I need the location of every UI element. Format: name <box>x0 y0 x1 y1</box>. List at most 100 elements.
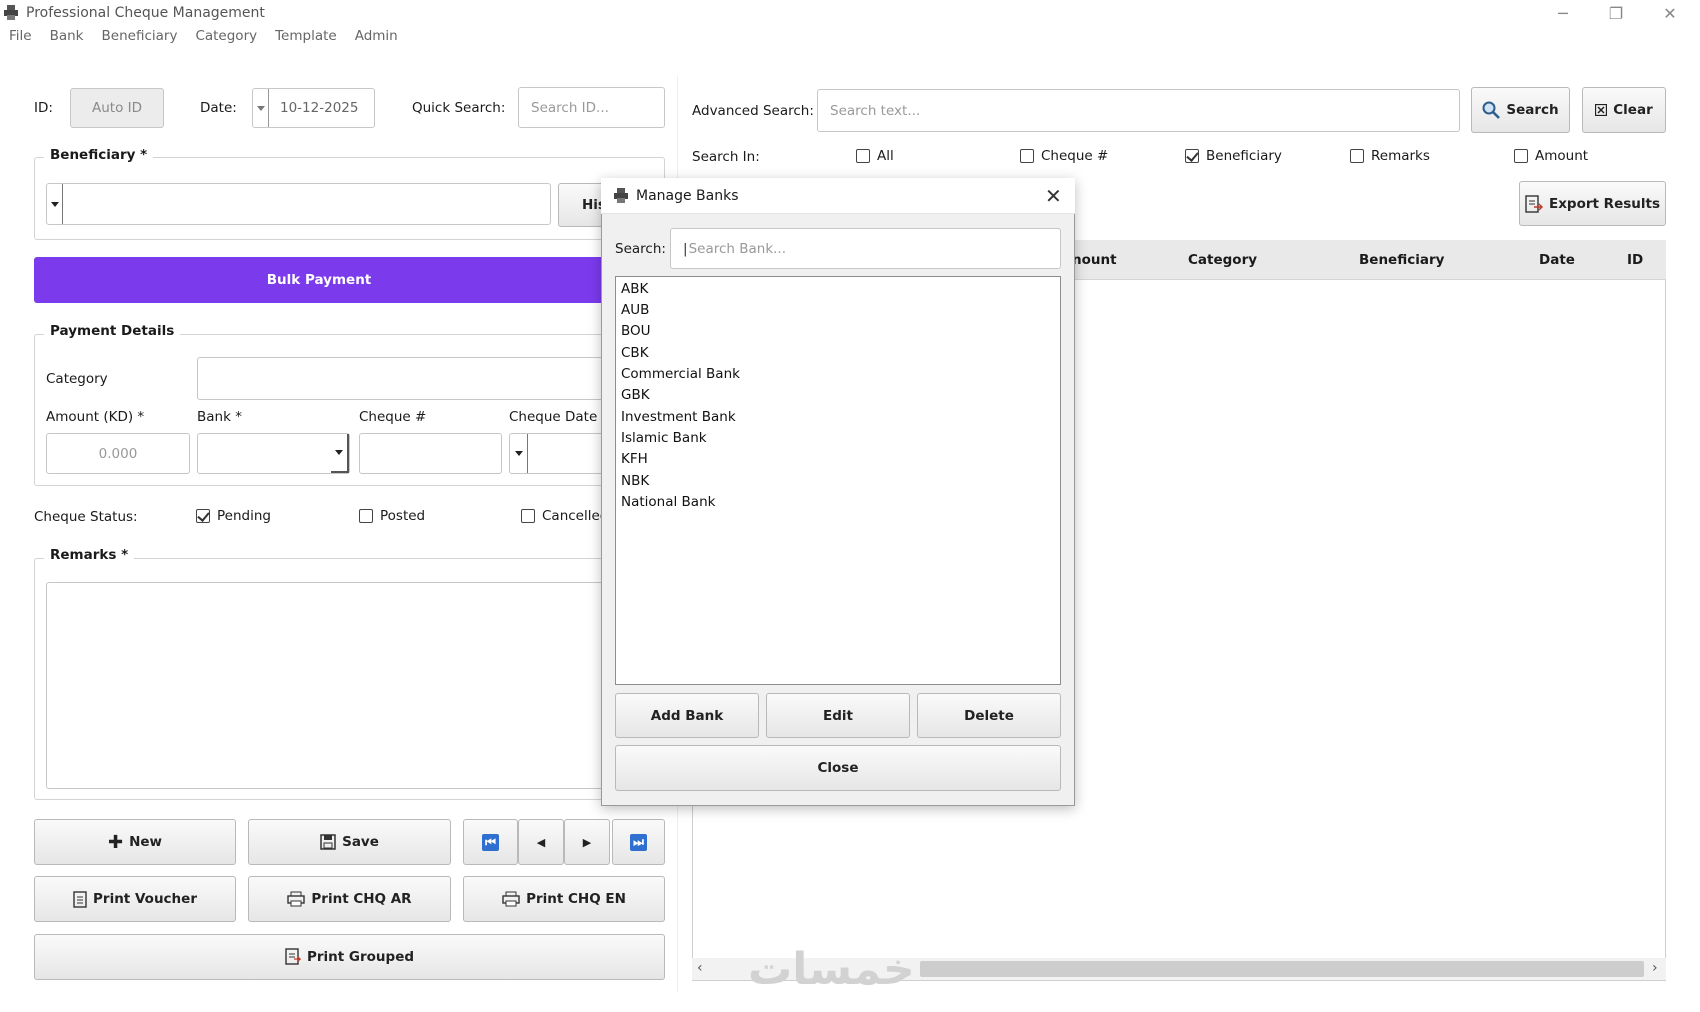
status-posted-checkbox[interactable]: Posted <box>359 508 425 524</box>
search-in-cheque-checkbox[interactable]: Cheque # <box>1020 148 1108 164</box>
print-chq-en-button[interactable]: Print CHQ EN <box>463 876 665 922</box>
previous-icon: ◀ <box>536 835 546 849</box>
search-in-all-checkbox[interactable]: All <box>856 148 894 164</box>
advanced-search-input[interactable]: Search text... <box>817 89 1460 132</box>
beneficiary-title: Beneficiary * <box>44 147 154 163</box>
category-field[interactable] <box>197 357 617 400</box>
beneficiary-combo[interactable] <box>46 183 551 225</box>
id-field: Auto ID <box>70 88 164 128</box>
print-grouped-button[interactable]: Print Grouped <box>34 934 665 980</box>
close-window-button[interactable]: ✕ <box>1644 0 1696 26</box>
search-in-amount-checkbox[interactable]: Amount <box>1514 148 1588 164</box>
window-title: Professional Cheque Management <box>26 5 265 21</box>
menu-template[interactable]: Template <box>275 28 337 50</box>
menu-category[interactable]: Category <box>195 28 257 50</box>
dialog-title: Manage Banks <box>636 188 739 204</box>
checkbox-box[interactable] <box>856 149 870 163</box>
menu-beneficiary[interactable]: Beneficiary <box>102 28 178 50</box>
last-record-button[interactable]: ⏭ <box>612 819 665 865</box>
column-header-date[interactable]: Date <box>1539 252 1575 268</box>
list-item[interactable]: Commercial Bank <box>621 366 740 382</box>
checkbox-box[interactable] <box>196 509 210 523</box>
cheque-date-dropdown-icon[interactable] <box>510 434 528 473</box>
add-bank-button[interactable]: Add Bank <box>615 693 759 738</box>
new-button[interactable]: ✚ New <box>34 819 236 865</box>
bank-combo[interactable] <box>197 433 350 474</box>
column-header-beneficiary[interactable]: Beneficiary <box>1359 252 1444 268</box>
list-item[interactable]: National Bank <box>621 494 715 510</box>
checkbox-box[interactable] <box>1020 149 1034 163</box>
amount-input[interactable]: 0.000 <box>46 433 190 474</box>
checkbox-box[interactable] <box>359 509 373 523</box>
status-posted-label: Posted <box>380 508 426 524</box>
search-in-beneficiary-checkbox[interactable]: Beneficiary <box>1185 148 1282 164</box>
list-item[interactable]: ABK <box>621 281 648 297</box>
scrollbar-thumb[interactable] <box>920 961 1644 977</box>
minimize-button[interactable]: ─ <box>1537 0 1589 26</box>
list-item[interactable]: KFH <box>621 451 648 467</box>
dialog-close-icon[interactable]: ✕ <box>1045 184 1062 208</box>
printer-icon <box>614 188 628 203</box>
id-label: ID: <box>34 100 53 116</box>
bank-search-input[interactable]: | Search Bank... <box>670 228 1061 269</box>
status-pending-checkbox[interactable]: Pending <box>196 508 271 524</box>
search-in-label: Search In: <box>692 149 760 165</box>
menu-admin[interactable]: Admin <box>355 28 398 50</box>
checkbox-box[interactable] <box>1185 149 1199 163</box>
clear-button[interactable]: Clear <box>1582 87 1666 133</box>
save-label: Save <box>342 834 379 850</box>
list-item[interactable]: GBK <box>621 387 650 403</box>
search-button-label: Search <box>1506 102 1559 118</box>
search-button[interactable]: Search <box>1471 87 1570 133</box>
column-header-id[interactable]: ID <box>1627 252 1643 268</box>
search-in-cheque-label: Cheque # <box>1041 148 1109 164</box>
list-item[interactable]: CBK <box>621 345 649 361</box>
list-item[interactable]: Islamic Bank <box>621 430 707 446</box>
menu-bank[interactable]: Bank <box>50 28 84 50</box>
print-voucher-button[interactable]: Print Voucher <box>34 876 236 922</box>
quick-search-input[interactable]: Search ID... <box>518 87 665 128</box>
scroll-left-icon[interactable]: ‹ <box>697 960 703 976</box>
list-item[interactable]: BOU <box>621 323 651 339</box>
save-button[interactable]: Save <box>248 819 451 865</box>
delete-bank-button[interactable]: Delete <box>917 693 1061 738</box>
checkbox-box[interactable] <box>521 509 535 523</box>
amount-label: Amount (KD) * <box>46 409 145 425</box>
search-in-remarks-checkbox[interactable]: Remarks <box>1350 148 1430 164</box>
export-results-button[interactable]: Export Results <box>1519 181 1666 226</box>
bank-dropdown-icon[interactable] <box>331 434 349 473</box>
banks-list[interactable] <box>615 276 1061 685</box>
status-cancelled-label: Cancellec <box>542 508 608 524</box>
date-dropdown-icon[interactable] <box>253 89 269 127</box>
restore-button[interactable]: ❐ <box>1590 0 1642 26</box>
plus-icon: ✚ <box>107 831 124 853</box>
cheque-date-label: Cheque Date <box>509 409 598 425</box>
first-record-button[interactable]: ⏮ <box>463 819 518 865</box>
list-item[interactable]: NBK <box>621 473 649 489</box>
app-window: { "window": { "title": "Professional Che… <box>0 0 1700 1012</box>
list-item[interactable]: Investment Bank <box>621 409 736 425</box>
bank-label: Bank * <box>197 409 242 425</box>
checkbox-box[interactable] <box>1350 149 1364 163</box>
category-label: Category <box>46 371 108 387</box>
beneficiary-dropdown-icon[interactable] <box>47 184 63 224</box>
column-header-amount[interactable]: nount <box>1072 252 1117 268</box>
bulk-payment-button[interactable]: Bulk Payment <box>34 257 604 303</box>
status-cancelled-checkbox[interactable]: Cancellec <box>521 508 607 524</box>
edit-bank-button[interactable]: Edit <box>766 693 910 738</box>
print-chq-ar-button[interactable]: Print CHQ AR <box>248 876 451 922</box>
list-item[interactable]: AUB <box>621 302 649 318</box>
previous-record-button[interactable]: ◀ <box>518 819 564 865</box>
scroll-right-icon[interactable]: › <box>1652 960 1658 976</box>
checkbox-box[interactable] <box>1514 149 1528 163</box>
date-picker[interactable]: 10-12-2025 <box>252 88 375 128</box>
cheque-status-label: Cheque Status: <box>34 509 138 525</box>
menu-file[interactable]: File <box>9 28 32 50</box>
next-record-button[interactable]: ▶ <box>564 819 610 865</box>
dialog-close-button[interactable]: Close <box>615 745 1061 791</box>
quick-search-label: Quick Search: <box>412 100 506 116</box>
column-header-category[interactable]: Category <box>1188 252 1257 268</box>
cheque-number-input[interactable] <box>359 433 502 474</box>
remarks-textarea[interactable] <box>46 582 621 789</box>
save-icon <box>320 834 336 850</box>
